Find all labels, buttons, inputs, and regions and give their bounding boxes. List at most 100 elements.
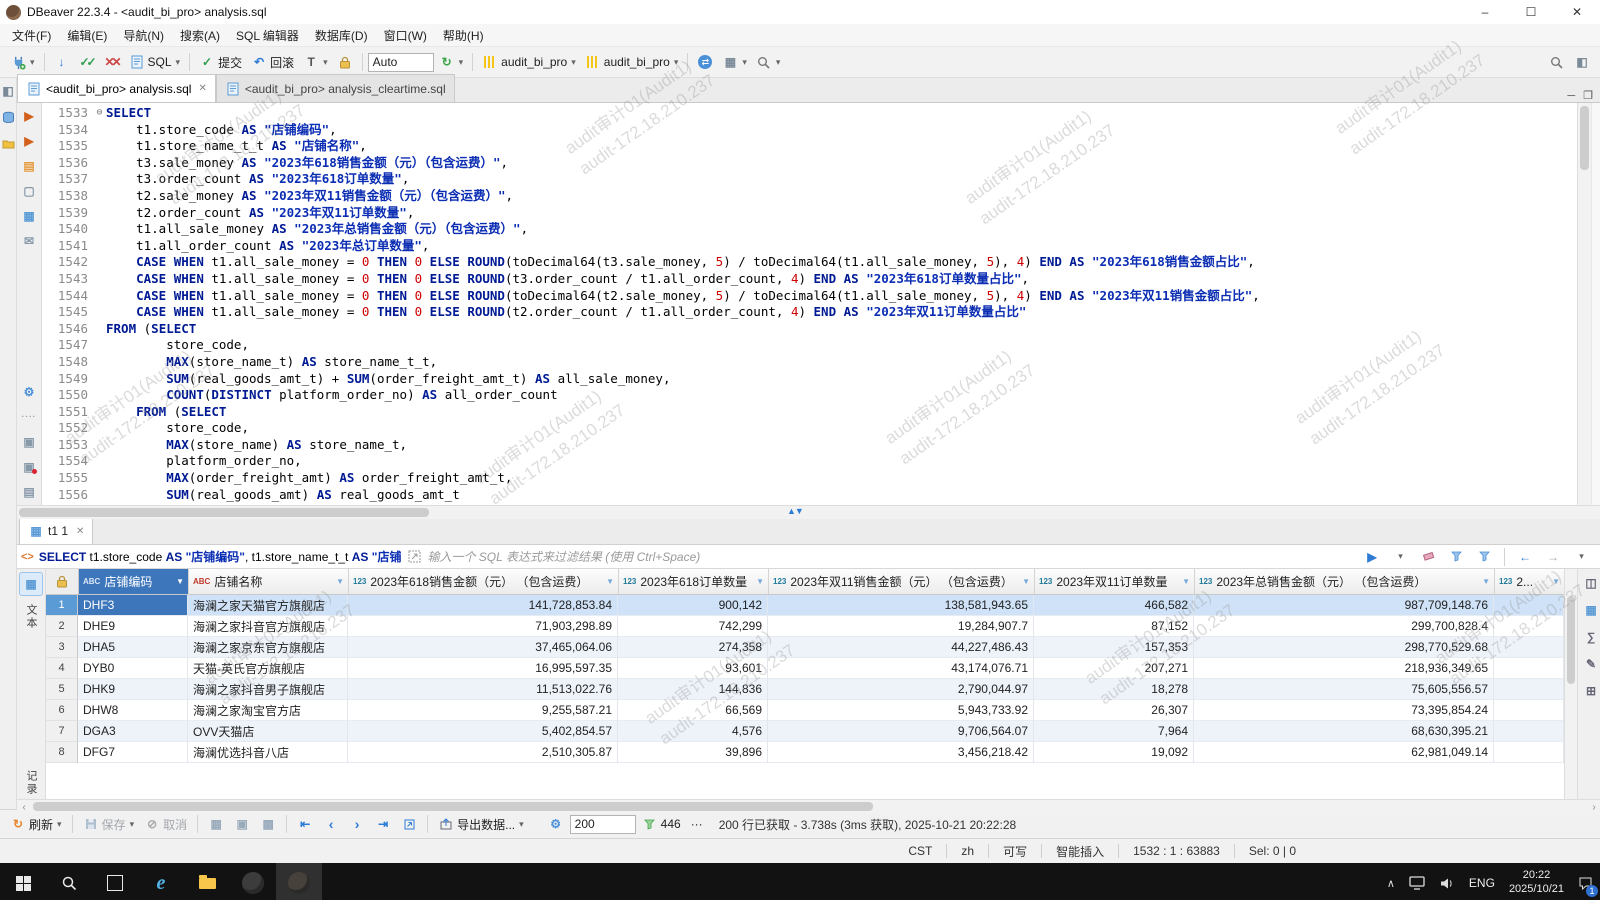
record-mode-toggle[interactable]: 记录 bbox=[23, 770, 39, 796]
explain-plan-button[interactable]: ▢ bbox=[17, 181, 41, 201]
cell-r7c6[interactable]: 7,964 bbox=[1034, 721, 1194, 742]
file-explorer-taskbar-button[interactable] bbox=[184, 863, 230, 900]
menu-item-5[interactable]: 数据库(D) bbox=[307, 25, 376, 46]
column-header-1[interactable]: ABC店铺名称▼ bbox=[189, 569, 349, 595]
commit-mini-button[interactable]: ✓✓ bbox=[75, 52, 99, 72]
auto-commit-combo[interactable]: Auto bbox=[368, 53, 434, 72]
column-header-4[interactable]: 1232023年双11销售金额（元） （包含运费）▼ bbox=[769, 569, 1035, 595]
cell-r4c8[interactable] bbox=[1494, 658, 1564, 679]
grid-corner-cell[interactable] bbox=[46, 569, 79, 595]
cell-r2c6[interactable]: 87,152 bbox=[1034, 616, 1194, 637]
scrollbar-thumb[interactable] bbox=[33, 802, 873, 811]
cell-r6c7[interactable]: 73,395,854.24 bbox=[1194, 700, 1494, 721]
column-header-0[interactable]: ABC店铺编码▼ bbox=[79, 569, 189, 595]
cell-r2c5[interactable]: 19,284,907.7 bbox=[768, 616, 1034, 637]
cell-r6c3[interactable]: 9,255,587.21 bbox=[348, 700, 618, 721]
cell-r7c7[interactable]: 68,630,395.21 bbox=[1194, 721, 1494, 742]
connect-button[interactable]: ↓ bbox=[50, 52, 74, 72]
cell-r8c7[interactable]: 62,981,049.14 bbox=[1194, 742, 1494, 763]
taskbar-clock[interactable]: 20:222025/10/21 bbox=[1502, 863, 1571, 900]
column-header-2[interactable]: 1232023年618销售金额（元） （包含运费）▼ bbox=[349, 569, 619, 595]
column-filter-caret-icon[interactable]: ▼ bbox=[756, 577, 764, 586]
menu-item-2[interactable]: 导航(N) bbox=[115, 25, 172, 46]
menu-item-3[interactable]: 搜索(A) bbox=[172, 25, 228, 46]
tray-display-icon[interactable] bbox=[1402, 863, 1432, 900]
grid-horizontal-scrollbar[interactable]: ‹ › bbox=[17, 799, 1600, 814]
minimize-editor-panel-icon[interactable]: ─ bbox=[1567, 90, 1575, 102]
table-row-4[interactable]: 4DYB0天猫-英氏官方旗舰店16,995,597.3593,60143,174… bbox=[46, 658, 1564, 679]
start-button[interactable] bbox=[0, 863, 46, 900]
cell-r7c2[interactable]: OVV天猫店 bbox=[188, 721, 348, 742]
fetch-size-input[interactable]: 200 bbox=[570, 815, 636, 834]
cell-r4c7[interactable]: 218,936,349.65 bbox=[1194, 658, 1494, 679]
row-count-badge[interactable]: 446 bbox=[638, 814, 685, 834]
cell-r8c8[interactable] bbox=[1494, 742, 1564, 763]
table-row-5[interactable]: 5DHK9海澜之家抖音男子旗舰店11,513,022.76144,8362,79… bbox=[46, 679, 1564, 700]
cell-r3c8[interactable] bbox=[1494, 637, 1564, 658]
execute-statement-button[interactable]: ▶ bbox=[17, 106, 41, 126]
execute-script-button[interactable]: ▤ bbox=[17, 156, 41, 176]
cell-r4c3[interactable]: 16,995,597.35 bbox=[348, 658, 618, 679]
action-center-button[interactable]: 1 bbox=[1571, 863, 1600, 900]
cell-r4c2[interactable]: 天猫-英氏官方旗舰店 bbox=[188, 658, 348, 679]
erase-filter-button[interactable] bbox=[1416, 547, 1440, 567]
datasource-combo[interactable]: audit_bi_pro▾ bbox=[478, 52, 580, 72]
apply-filter-button[interactable]: ▶ bbox=[1360, 547, 1384, 567]
menu-item-6[interactable]: 窗口(W) bbox=[376, 25, 435, 46]
cell-r1c2[interactable]: 海澜之家天猫官方旗舰店 bbox=[188, 595, 348, 616]
cell-r3c2[interactable]: 海澜之家京东官方旗舰店 bbox=[188, 637, 348, 658]
calc-panel-button[interactable]: ∑ bbox=[1579, 627, 1600, 647]
refresh-connection-button[interactable]: ↻▾ bbox=[435, 52, 468, 72]
outline-button[interactable]: ▤ bbox=[17, 482, 41, 502]
perspective-button[interactable]: ◧ bbox=[1570, 52, 1594, 72]
table-row-3[interactable]: 3DHA5海澜之家京东官方旗舰店37,465,064.06274,35844,2… bbox=[46, 637, 1564, 658]
column-header-7[interactable]: 1232...▼ bbox=[1495, 569, 1564, 595]
cell-r8c2[interactable]: 海澜优选抖音八店 bbox=[188, 742, 348, 763]
menu-item-0[interactable]: 文件(F) bbox=[4, 25, 59, 46]
cell-r5c7[interactable]: 75,605,556.57 bbox=[1194, 679, 1494, 700]
row-number[interactable]: 4 bbox=[46, 658, 78, 679]
cell-r4c6[interactable]: 207,271 bbox=[1034, 658, 1194, 679]
cell-r7c1[interactable]: DGA3 bbox=[78, 721, 188, 742]
cancel-button[interactable]: ⊘取消 bbox=[140, 814, 191, 835]
column-header-3[interactable]: 1232023年618订单数量▼ bbox=[619, 569, 769, 595]
last-row-button[interactable]: ⇥ bbox=[371, 814, 395, 834]
compare-button[interactable]: ⇄ bbox=[693, 52, 717, 72]
cell-r1c1[interactable]: DHF3 bbox=[78, 595, 188, 616]
apply-filter-caret-button[interactable]: ▾ bbox=[1388, 547, 1412, 567]
cell-r1c6[interactable]: 466,582 bbox=[1034, 595, 1194, 616]
table-row-6[interactable]: 6DHW8海澜之家淘宝官方店9,255,587.2166,5695,943,73… bbox=[46, 700, 1564, 721]
menu-item-7[interactable]: 帮助(H) bbox=[435, 25, 492, 46]
close-result-tab-icon[interactable]: ✕ bbox=[76, 526, 84, 537]
cell-r8c3[interactable]: 2,510,305.87 bbox=[348, 742, 618, 763]
language-indicator[interactable]: ENG bbox=[1462, 863, 1502, 900]
dbeaver-taskbar-button[interactable] bbox=[276, 863, 322, 900]
cell-r4c1[interactable]: DYB0 bbox=[78, 658, 188, 679]
statistics-button[interactable]: ▦ bbox=[17, 206, 41, 226]
save-button[interactable]: 保存▾ bbox=[79, 814, 139, 835]
taskbar-search-button[interactable] bbox=[46, 863, 92, 900]
cell-r6c5[interactable]: 5,943,733.92 bbox=[768, 700, 1034, 721]
filter-history-caret-button[interactable]: ▾ bbox=[1569, 547, 1593, 567]
cell-r8c4[interactable]: 39,896 bbox=[618, 742, 768, 763]
cell-r5c2[interactable]: 海澜之家抖音男子旗舰店 bbox=[188, 679, 348, 700]
column-filter-caret-icon[interactable]: ▼ bbox=[336, 577, 344, 586]
first-row-button[interactable]: ⇤ bbox=[293, 814, 317, 834]
filter-history-back-button[interactable]: ← bbox=[1513, 547, 1537, 567]
row-number[interactable]: 5 bbox=[46, 679, 78, 700]
column-filter-caret-icon[interactable]: ▼ bbox=[176, 577, 184, 586]
expand-filter-icon[interactable] bbox=[406, 549, 422, 565]
column-filter-caret-icon[interactable]: ▼ bbox=[1552, 577, 1560, 586]
cell-r7c5[interactable]: 9,706,564.07 bbox=[768, 721, 1034, 742]
fetch-all-button[interactable] bbox=[397, 814, 421, 834]
sql-code-area[interactable]: 1533⊖SELECT1534 t1.store_code AS "店铺编码",… bbox=[42, 103, 1577, 505]
table-row-7[interactable]: 7DGA3OVV天猫店5,402,854.574,5769,706,564.07… bbox=[46, 721, 1564, 742]
editor-tab-0[interactable]: <audit_bi_pro> analysis.sql✕ bbox=[17, 74, 216, 102]
rollback-mini-button[interactable]: ✕✕ bbox=[100, 52, 124, 72]
editor-vertical-scrollbar[interactable] bbox=[1577, 103, 1591, 505]
close-tab-icon[interactable]: ✕ bbox=[198, 83, 206, 94]
transaction-mode-button[interactable]: T▾ bbox=[299, 52, 332, 72]
result-filter-text[interactable]: SELECT t1.store_code AS "店铺编码", t1.store… bbox=[39, 548, 402, 565]
cell-r1c7[interactable]: 987,709,148.76 bbox=[1194, 595, 1494, 616]
cell-r1c5[interactable]: 138,581,943.65 bbox=[768, 595, 1034, 616]
